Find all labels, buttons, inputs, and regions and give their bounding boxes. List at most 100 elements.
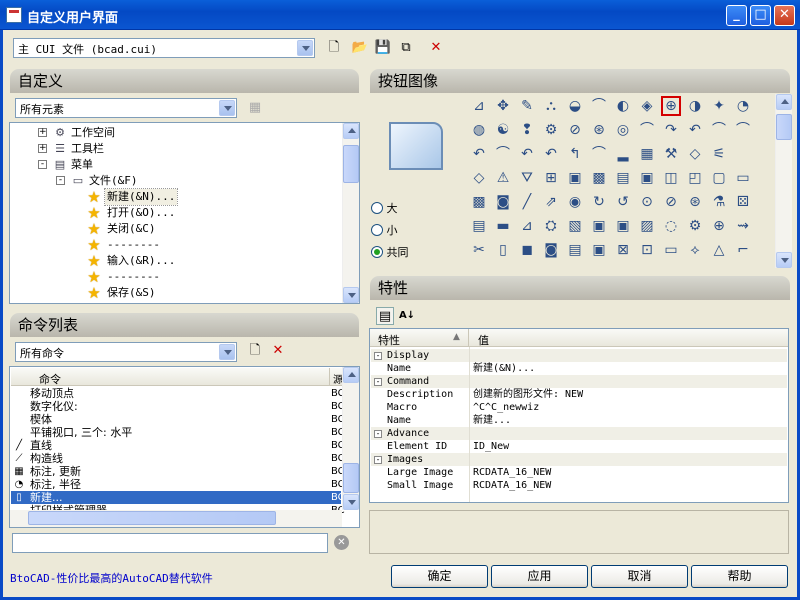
button-image-icon[interactable]: ⚠ [493,168,513,188]
button-image-icon[interactable]: ⊡ [637,240,657,260]
property-category[interactable]: - Command [371,375,787,388]
button-image-icon[interactable]: ⊞ [541,168,561,188]
command-list[interactable]: 命令 源 移动顶点 BC 数字化仪: BC 楔体 BC 平铺视口, 三个: 水平 BC ╱ 直线 B… [9,366,360,528]
button-image-icon[interactable]: ◒ [565,96,585,116]
button-image-icon[interactable]: ▣ [613,216,633,236]
button-image-icon[interactable]: ❢ [517,120,537,140]
button-image-icon[interactable]: ◰ [685,168,705,188]
button-image-icon[interactable]: ◙ [493,192,513,212]
button-image-icon[interactable]: ⇗ [541,192,561,212]
col-property[interactable]: 特性 [378,332,400,348]
property-row[interactable]: Element ID ID_New [371,440,787,453]
close-button[interactable]: ✕ [774,5,795,26]
command-row[interactable]: ╱ 直线 BC [11,439,345,452]
help-button[interactable]: 帮助 [691,565,788,588]
hscroll-thumb[interactable] [28,511,276,525]
scroll-up-icon[interactable] [343,123,359,139]
command-filter-select[interactable]: 所有命令 [15,342,237,362]
button-image-icon[interactable]: ▩ [589,168,609,188]
button-image-icon[interactable]: ◔ [733,96,753,116]
command-row[interactable]: ▯ 新建... BC [11,491,345,504]
tree-item[interactable]: ★ 关闭(&C) [10,221,340,237]
button-image-icon[interactable]: △ [709,240,729,260]
button-image-icon[interactable]: ↰ [565,144,585,164]
button-image-icon[interactable]: ⇝ [733,216,753,236]
collapse-icon[interactable]: - [56,176,65,185]
chevron-down-icon[interactable] [297,40,313,56]
command-row[interactable]: 数字化仪: BC [11,400,345,413]
button-image-icon[interactable]: ⛭ [541,216,561,236]
button-image-icon[interactable]: ✦ [709,96,729,116]
property-value[interactable]: 新建(&N)... [473,362,535,375]
property-category[interactable]: - Display [371,349,787,362]
collapse-icon[interactable]: - [374,430,382,438]
property-category[interactable]: - Images [371,453,787,466]
customize-tree[interactable]: + ⚙ 工作空间 + ☰ 工具栏 - ▤ 菜单 - ▭ 文件(&F) ★ 新建(&N)... ★ 打开(&O)… [9,122,360,304]
tree-item[interactable]: ★ 打开(&O)... [10,205,340,221]
tree-item[interactable]: + ⚙ 工作空间 [10,125,340,141]
scroll-down-icon[interactable] [343,287,359,303]
button-image-icon[interactable]: ⚙ [685,216,705,236]
delete-icon[interactable]: ✕ [427,39,445,57]
button-image-icon[interactable]: ✎ [517,96,537,116]
button-image-icon[interactable]: ⊘ [661,192,681,212]
button-image-icon[interactable]: ↷ [661,120,681,140]
button-image-icon[interactable]: ▬ [493,216,513,236]
categorized-icon[interactable]: ▤ [376,307,394,325]
button-image-icon[interactable]: ▨ [637,216,657,236]
tree-item[interactable]: ★ -------- [10,269,340,285]
minimize-button[interactable]: _ [726,5,747,26]
button-image-icon[interactable]: ▤ [613,168,633,188]
button-image-icon[interactable]: ◼ [517,240,537,260]
button-image-grid[interactable]: ⊿ ✥ ✎ ⛬ ◒ ⌒ ◐ ◈ ⊕ ◑ ✦ ◔ ◍ ☯ ❢ ⚙ ⊘ ⊛ ◎ ⌒ ↷ ↶ ⌒ ⌒ ↶ ⌒ ↶ ↶ ↰ ⌒ ▂ ▦ ⚒ ◇ ⚟ ◇ ⚠ ⛛ ⊞ ▣… [463,94,792,268]
button-image-icon[interactable]: ↶ [685,120,705,140]
save-all-icon[interactable]: ⧉ [397,39,415,57]
property-value[interactable]: RCDATA_16_NEW [473,466,551,479]
button-image-icon[interactable]: ⚒ [661,144,681,164]
tree-scrollbar[interactable] [342,123,359,303]
button-image-icon[interactable]: ▦ [637,144,657,164]
button-image-icon[interactable]: ⌒ [709,120,729,140]
button-image-icon[interactable]: ⊛ [589,120,609,140]
tree-item[interactable]: ★ 新建(&N)... [10,188,340,206]
new-command-icon[interactable]: 🗋 [246,342,264,360]
button-image-icon[interactable]: ▯ [493,240,513,260]
button-image-icon[interactable]: ◫ [661,168,681,188]
property-row[interactable]: Name 新建(&N)... [371,362,787,375]
button-image-icon[interactable]: ▩ [469,192,489,212]
chevron-down-icon[interactable] [219,100,235,116]
apply-button[interactable]: 应用 [491,565,588,588]
property-value[interactable]: RCDATA_16_NEW [473,479,551,492]
button-image-icon[interactable]: ▢ [709,168,729,188]
command-row[interactable]: ◔ 标注, 半径 BC [11,478,345,491]
radio-small[interactable] [371,224,383,236]
open-folder-icon[interactable]: 📂 [351,39,369,57]
collapse-icon[interactable]: - [374,378,382,386]
property-value[interactable]: 新建... [473,414,511,427]
button-image-icon[interactable]: ◎ [613,120,633,140]
button-image-icon[interactable]: ◉ [565,192,585,212]
command-row[interactable]: 平铺视口, 三个: 水平 BC [11,426,345,439]
delete-command-icon[interactable]: ✕ [269,342,287,360]
element-filter-select[interactable]: 所有元素 [15,98,237,118]
button-image-icon[interactable]: ▣ [565,168,585,188]
button-image-icon[interactable]: ◇ [685,144,705,164]
button-image-icon[interactable]: ╱ [517,192,537,212]
button-image-icon[interactable]: ⟡ [685,240,705,260]
collapse-icon[interactable]: - [374,352,382,360]
chevron-down-icon[interactable] [219,344,235,360]
button-image-icon[interactable]: ▣ [589,240,609,260]
button-image-icon[interactable]: ⊛ [685,192,705,212]
column-command[interactable]: 命令 [39,371,61,387]
properties-icon[interactable]: ▦ [246,99,264,117]
scroll-up-icon[interactable] [343,367,359,383]
button-image-icon[interactable]: ⚟ [709,144,729,164]
button-image-icon[interactable]: ⊿ [469,96,489,116]
button-image-icon[interactable]: ▭ [661,240,681,260]
button-image-icon[interactable]: ⌐ [733,240,753,260]
button-image-icon[interactable]: ▤ [469,216,489,236]
button-image-icon[interactable]: ↶ [469,144,489,164]
cui-file-select[interactable]: 主 CUI 文件 (bcad.cui) [13,38,315,58]
col-value[interactable]: 值 [478,332,489,348]
tree-item[interactable]: ★ 保存(&S) [10,285,340,301]
